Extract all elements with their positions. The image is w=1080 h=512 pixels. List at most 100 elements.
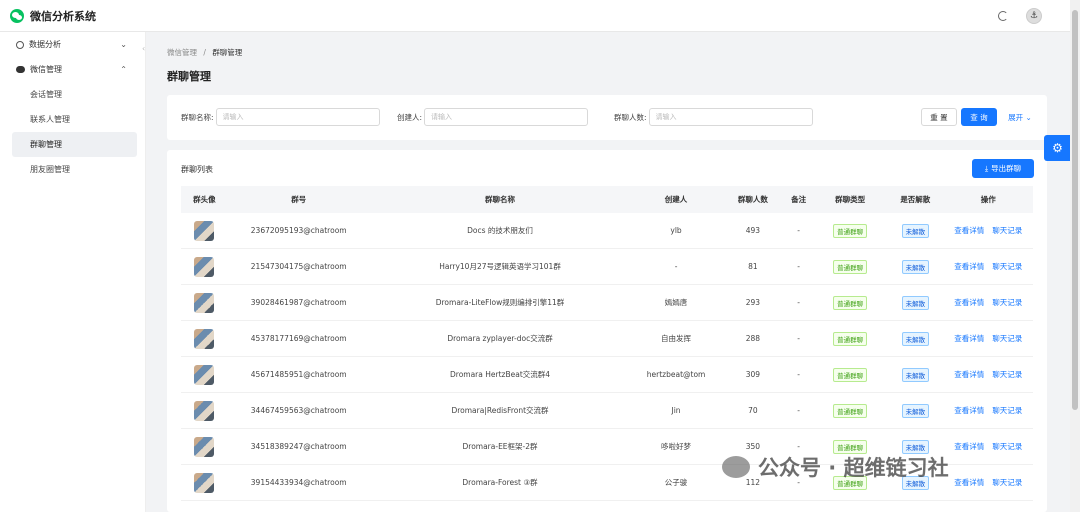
creator-input[interactable] <box>424 108 589 126</box>
sidebar-item-moments[interactable]: 朋友圈管理 <box>12 157 137 182</box>
chat-history-link[interactable]: 聊天记录 <box>992 369 1022 380</box>
chat-history-link[interactable]: 聊天记录 <box>992 333 1022 344</box>
member-count: 493 <box>745 226 761 235</box>
dissolved-tag: 未解散 <box>901 331 930 346</box>
view-detail-link[interactable]: 查看详情 <box>954 261 984 272</box>
watermark: 公众号 · 超维链习社 <box>722 452 949 482</box>
group-type-tag: 普通群聊 <box>833 223 868 238</box>
member-count-input[interactable] <box>648 108 813 126</box>
gear-icon[interactable]: ⚙ <box>1044 135 1071 161</box>
chat-history-link[interactable]: 聊天记录 <box>992 405 1022 416</box>
view-detail-link[interactable]: 查看详情 <box>954 441 984 452</box>
table-row: 39028461987@chatroom Dromara-LiteFlow规则编… <box>181 285 1033 321</box>
group-id: 21547304175@chatroom <box>250 262 347 271</box>
group-type-tag: 普通群聊 <box>833 367 868 382</box>
view-detail-link[interactable]: 查看详情 <box>954 333 984 344</box>
creator: 自由发挥 <box>661 334 692 343</box>
table-row: 45378177169@chatroom Dromara zyplayer-do… <box>181 321 1033 357</box>
member-count: 293 <box>745 298 761 307</box>
group-avatar <box>194 472 215 493</box>
member-count: 70 <box>748 406 758 415</box>
creator-field: 创建人: <box>397 108 589 126</box>
scrollbar-thumb[interactable] <box>1072 10 1078 410</box>
header-note: 备注 <box>791 195 807 204</box>
chat-history-link[interactable]: 聊天记录 <box>992 441 1022 452</box>
top-bar: 微信分析系统 ⚓ <box>0 0 1070 32</box>
header-group-id: 群号 <box>291 195 307 204</box>
dissolved-tag: 未解散 <box>901 223 930 238</box>
creator: Jin <box>671 406 681 415</box>
group-name: Dromara-EE框架-2群 <box>462 442 538 451</box>
dissolved-tag: 未解散 <box>901 295 930 310</box>
member-count: 81 <box>748 262 758 271</box>
view-detail-link[interactable]: 查看详情 <box>954 297 984 308</box>
creator: 公子骏 <box>664 478 688 487</box>
dashboard-icon <box>16 40 24 49</box>
view-detail-link[interactable]: 查看详情 <box>954 477 984 488</box>
creator: - <box>674 262 678 271</box>
export-groups-button[interactable]: ⤓ 导出群聊 <box>972 159 1034 178</box>
creator: ylb <box>670 226 682 235</box>
chat-history-link[interactable]: 聊天记录 <box>992 477 1022 488</box>
group-name-field: 群聊名称: <box>181 108 380 126</box>
wechat-icon <box>16 66 25 73</box>
chevron-up-icon: ⌃ <box>120 65 127 74</box>
group-avatar <box>194 292 215 313</box>
refresh-icon[interactable] <box>998 11 1008 21</box>
sidebar-group-wechat[interactable]: 微信管理 ⌃ <box>0 57 145 82</box>
creator: 嫣嫣唐 <box>664 298 688 307</box>
sidebar-item-groups[interactable]: 群聊管理 <box>12 132 137 157</box>
view-detail-link[interactable]: 查看详情 <box>954 405 984 416</box>
wechat-watermark-icon <box>722 456 750 478</box>
group-type-tag: 普通群聊 <box>833 259 868 274</box>
breadcrumb-current: 群聊管理 <box>212 48 243 57</box>
query-button[interactable]: 查 询 <box>961 108 997 126</box>
view-detail-link[interactable]: 查看详情 <box>954 225 984 236</box>
member-count-field: 群聊人数: <box>614 108 813 126</box>
search-form: 群聊名称: 创建人: 群聊人数: 重 置 查 询 展开 ⌄ <box>167 95 1047 140</box>
note: - <box>797 442 800 451</box>
export-label: 导出群聊 <box>991 164 1022 173</box>
user-avatar-icon[interactable]: ⚓ <box>1026 8 1042 24</box>
group-avatar <box>194 220 215 241</box>
dissolved-tag: 未解散 <box>901 259 930 274</box>
sidebar-item-contacts[interactable]: 联系人管理 <box>12 107 137 132</box>
breadcrumb-parent[interactable]: 微信管理 <box>167 48 197 57</box>
member-count-label: 群聊人数: <box>614 112 647 122</box>
table-row: 21547304175@chatroom Harry10月27号逻辑英语学习10… <box>181 249 1033 285</box>
note: - <box>797 262 800 271</box>
group-name-input[interactable] <box>215 108 380 126</box>
chevron-down-icon: ⌄ <box>120 40 127 49</box>
scrollbar[interactable] <box>1070 0 1080 512</box>
reset-button[interactable]: 重 置 <box>921 108 957 126</box>
view-detail-link[interactable]: 查看详情 <box>954 369 984 380</box>
expand-toggle[interactable]: 展开 ⌄ <box>1005 108 1035 126</box>
top-right-actions: ⚓ <box>998 8 1042 24</box>
group-name: Dromara HertzBeat交流群4 <box>450 370 551 379</box>
group-id: 23672095193@chatroom <box>250 226 347 235</box>
header-actions: 操作 <box>980 195 996 204</box>
group-avatar <box>194 328 215 349</box>
group-name: Dromara-LiteFlow规则编排引擎11群 <box>435 298 565 307</box>
collapse-sidebar-icon[interactable]: ‹ <box>142 44 145 53</box>
group-avatar <box>194 400 215 421</box>
header-avatar: 群头像 <box>193 195 216 204</box>
member-count: 350 <box>745 442 761 451</box>
group-avatar <box>194 256 215 277</box>
group-type-tag: 普通群聊 <box>833 295 868 310</box>
sidebar-item-sessions[interactable]: 会话管理 <box>12 82 137 107</box>
dissolved-tag: 未解散 <box>901 367 930 382</box>
sidebar-group-data-analysis[interactable]: 数据分析 ⌄ <box>0 32 145 57</box>
sidebar-group-label: 微信管理 <box>30 65 62 74</box>
chat-history-link[interactable]: 聊天记录 <box>992 297 1022 308</box>
group-id: 34467459563@chatroom <box>250 406 347 415</box>
note: - <box>797 370 800 379</box>
table-row: 34467459563@chatroom Dromara|RedisFront交… <box>181 393 1033 429</box>
breadcrumb-separator: / <box>203 48 206 57</box>
group-id: 39154433934@chatroom <box>250 478 347 487</box>
group-name: Dromara-Forest ③群 <box>462 478 538 487</box>
chat-history-link[interactable]: 聊天记录 <box>992 225 1022 236</box>
watermark-text: 公众号 · 超维链习社 <box>758 456 949 480</box>
chat-history-link[interactable]: 聊天记录 <box>992 261 1022 272</box>
group-name: Dromara zyplayer-doc交流群 <box>447 334 553 343</box>
